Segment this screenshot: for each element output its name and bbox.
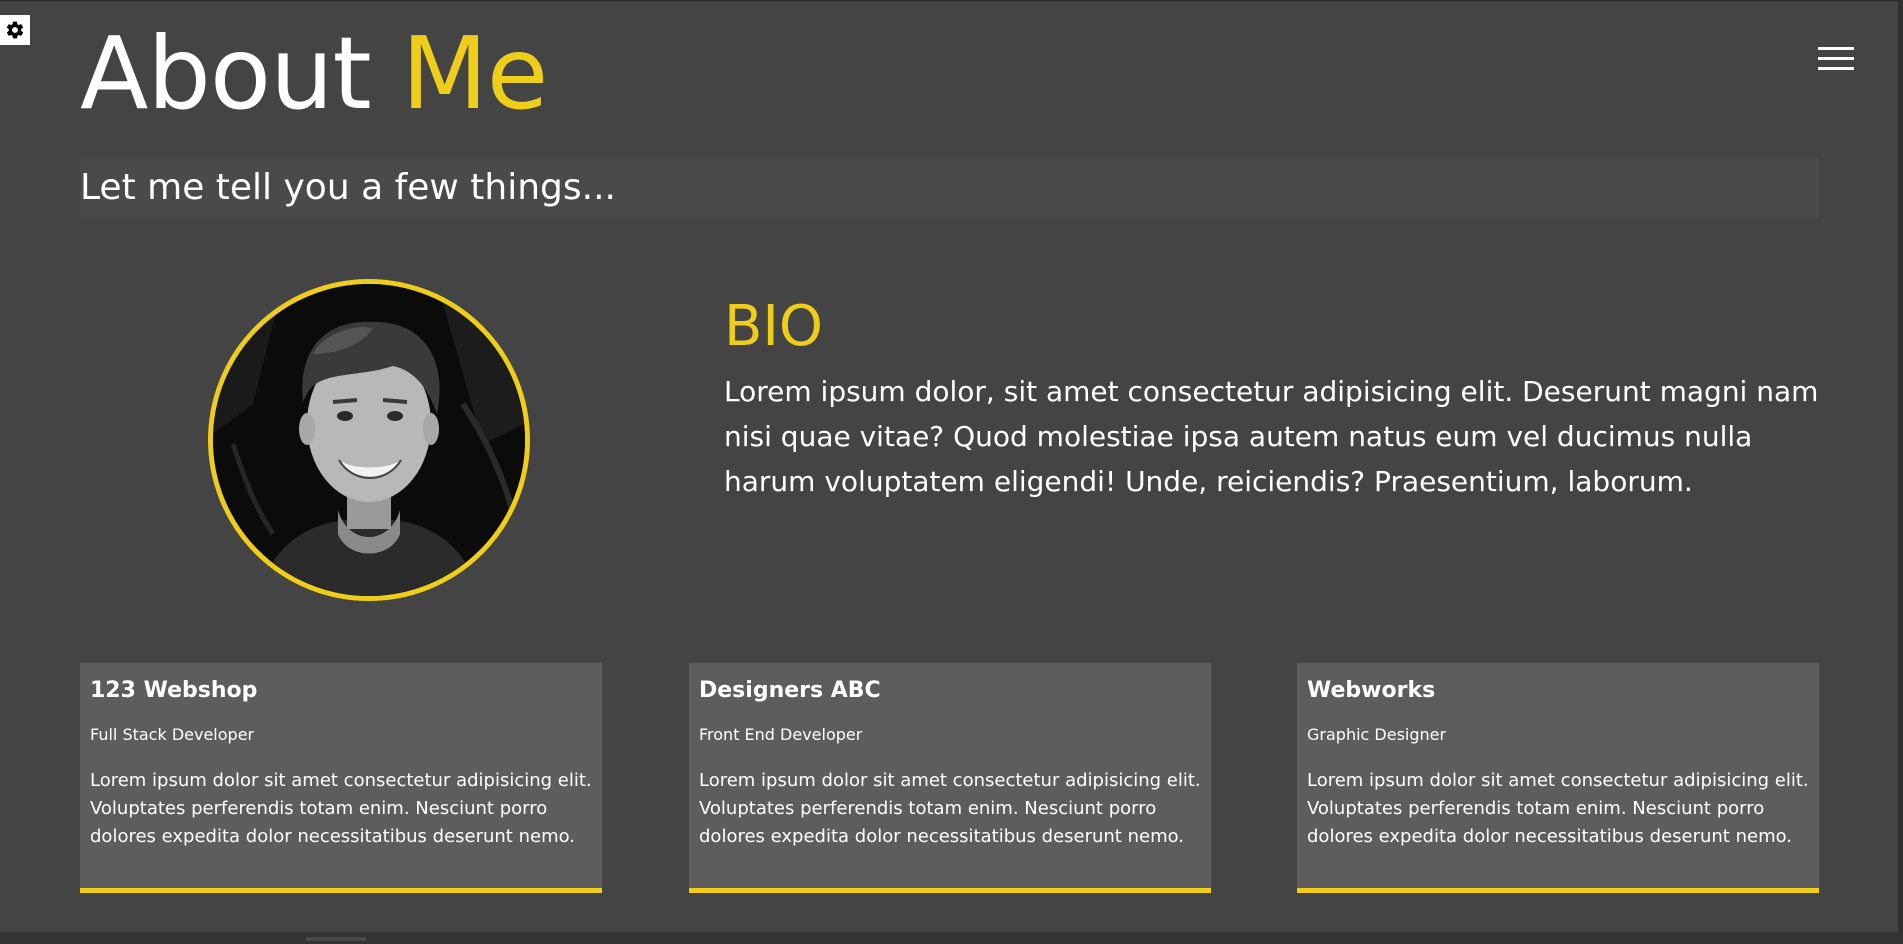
job-role: Front End Developer xyxy=(699,725,863,744)
job-company: 123 Webshop xyxy=(90,678,258,703)
page-subtitle: Let me tell you a few things... xyxy=(80,167,616,208)
horizontal-scrollbar-thumb[interactable] xyxy=(306,937,366,941)
avatar xyxy=(208,279,530,601)
subtitle-bar: Let me tell you a few things... xyxy=(80,158,1819,218)
job-description: Lorem ipsum dolor sit amet consectetur a… xyxy=(1307,770,1809,847)
bio-text: Lorem ipsum dolor, sit amet consectetur … xyxy=(724,375,1819,498)
job-card: Webworks Graphic Designer Lorem ipsum do… xyxy=(1297,663,1819,893)
menu-button[interactable] xyxy=(1816,43,1856,73)
hamburger-menu-icon-bar xyxy=(1818,67,1854,70)
job-description: Lorem ipsum dolor sit amet consectetur a… xyxy=(699,770,1201,847)
job-company: Webworks xyxy=(1307,678,1436,703)
profile-photo xyxy=(213,284,525,596)
job-description: Lorem ipsum dolor sit amet consectetur a… xyxy=(90,770,592,847)
hamburger-menu-icon-bar xyxy=(1818,57,1854,60)
job-card: 123 Webshop Full Stack Developer Lorem i… xyxy=(80,663,602,893)
vertical-scrollbar[interactable] xyxy=(1898,0,1903,944)
bio-heading: BIO xyxy=(724,294,824,359)
page-title-accent: Me xyxy=(401,15,548,132)
page-title-main: About xyxy=(80,15,372,132)
job-card: Designers ABC Front End Developer Lorem … xyxy=(689,663,1211,893)
settings-button[interactable] xyxy=(0,15,30,45)
hamburger-menu-icon xyxy=(1818,47,1854,50)
horizontal-scrollbar[interactable] xyxy=(0,932,1903,944)
gear-icon xyxy=(6,21,24,39)
job-company: Designers ABC xyxy=(699,678,881,703)
job-role: Full Stack Developer xyxy=(90,725,255,744)
job-role: Graphic Designer xyxy=(1307,725,1447,744)
page-viewport: About Me Let me tell you a few things... xyxy=(0,0,1898,933)
page-title: About Me xyxy=(80,9,548,139)
